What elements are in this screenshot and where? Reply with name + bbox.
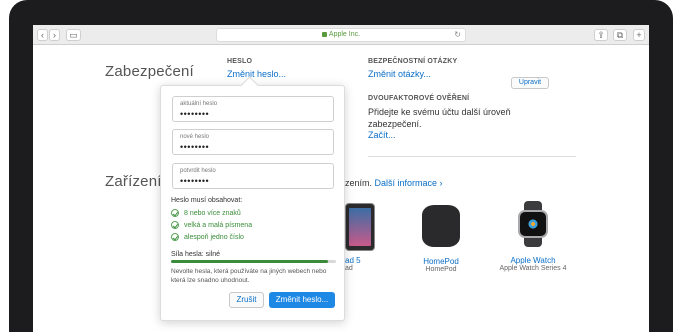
share-icon[interactable]: ⇪: [594, 29, 608, 41]
check-icon: [171, 233, 179, 241]
device-name: HomePod: [423, 257, 459, 266]
two-factor-text-1: Přidejte ke svému účtu další úroveň: [368, 107, 511, 117]
current-password-label: aktuální heslo: [180, 101, 218, 107]
requirement-item: velká a malá písmena: [171, 221, 252, 229]
devices-section-title: Zařízení: [105, 173, 162, 190]
security-questions-label: BEZPEČNOSTNÍ OTÁZKY: [368, 58, 458, 65]
current-password-value: ••••••••: [180, 109, 210, 119]
requirements-title: Heslo musí obsahovat:: [171, 197, 243, 204]
device-apple-watch[interactable]: Apple Watch Apple Watch Series 4: [493, 201, 573, 272]
device-name: ad 5: [345, 256, 361, 265]
requirement-item: alespoň jedno číslo: [171, 233, 244, 241]
reload-icon[interactable]: ↻: [454, 29, 461, 41]
password-label: HESLO: [227, 58, 253, 65]
device-sub: HomePod: [425, 266, 457, 273]
devices-intro-text: zením. Další informace ›: [345, 177, 443, 189]
strength-meter: [171, 260, 336, 263]
change-questions-link[interactable]: Změnit otázky...: [368, 69, 431, 79]
two-factor-text-2: zabezpečení.: [368, 119, 422, 129]
strength-meter-fill: [171, 260, 328, 263]
address-text: Apple Inc.: [328, 31, 361, 38]
cancel-button[interactable]: Zrušit: [229, 292, 264, 308]
check-icon: [171, 221, 179, 229]
two-factor-start-link[interactable]: Začít...: [368, 130, 396, 140]
new-tab-button[interactable]: +: [633, 29, 645, 41]
change-password-button[interactable]: Změnit heslo...: [269, 292, 335, 308]
tabs-icon[interactable]: ⧉: [613, 29, 627, 41]
change-password-popover: aktuální heslo •••••••• nové heslo •••••…: [160, 85, 345, 321]
address-bar[interactable]: Apple Inc. ↻: [216, 28, 466, 42]
device-sub: ad: [345, 265, 353, 272]
lock-icon: [321, 31, 327, 37]
two-factor-label: DVOUFAKTOROVÉ OVĚŘENÍ: [368, 95, 470, 102]
apple-watch-icon: [513, 201, 553, 247]
current-password-field[interactable]: aktuální heslo ••••••••: [172, 96, 334, 122]
device-homepod[interactable]: HomePod HomePod: [401, 205, 481, 273]
section-divider: [368, 156, 576, 157]
confirm-password-label: potvrdit heslo: [180, 168, 216, 174]
requirement-text: velká a malá písmena: [184, 221, 253, 229]
requirement-item: 8 nebo více znaků: [171, 209, 241, 217]
forward-button[interactable]: ›: [49, 29, 60, 41]
password-hint: Nevolte hesla, která používáte na jiných…: [171, 268, 327, 284]
ipad-icon: [345, 203, 375, 251]
check-icon: [171, 209, 179, 217]
new-password-field[interactable]: nové heslo ••••••••: [172, 129, 334, 155]
edit-button[interactable]: Upravit: [511, 77, 549, 89]
back-button[interactable]: ‹: [37, 29, 48, 41]
security-section-title: Zabezpečení: [105, 63, 194, 80]
new-password-label: nové heslo: [180, 134, 210, 140]
browser-toolbar: ‹ › ▭ Apple Inc. ↻ ⇪ ⧉ +: [33, 25, 649, 45]
confirm-password-value: ••••••••: [180, 176, 210, 186]
homepod-icon: [422, 205, 460, 247]
confirm-password-field[interactable]: potvrdit heslo ••••••••: [172, 163, 334, 189]
requirement-text: 8 nebo více znaků: [184, 209, 241, 217]
strength-label: Síla hesla: silné: [171, 251, 221, 258]
device-ipad-labels[interactable]: ad 5 ad: [345, 256, 365, 272]
new-password-value: ••••••••: [180, 142, 210, 152]
device-name: Apple Watch: [510, 256, 556, 265]
devices-intro-suffix: zením.: [345, 178, 373, 188]
change-password-link[interactable]: Změnit heslo...: [227, 69, 286, 79]
sidebar-toggle-icon[interactable]: ▭: [66, 29, 81, 41]
requirement-text: alespoň jedno číslo: [184, 233, 244, 241]
device-sub: Apple Watch Series 4: [499, 265, 567, 272]
more-info-link[interactable]: Další informace ›: [375, 178, 443, 188]
